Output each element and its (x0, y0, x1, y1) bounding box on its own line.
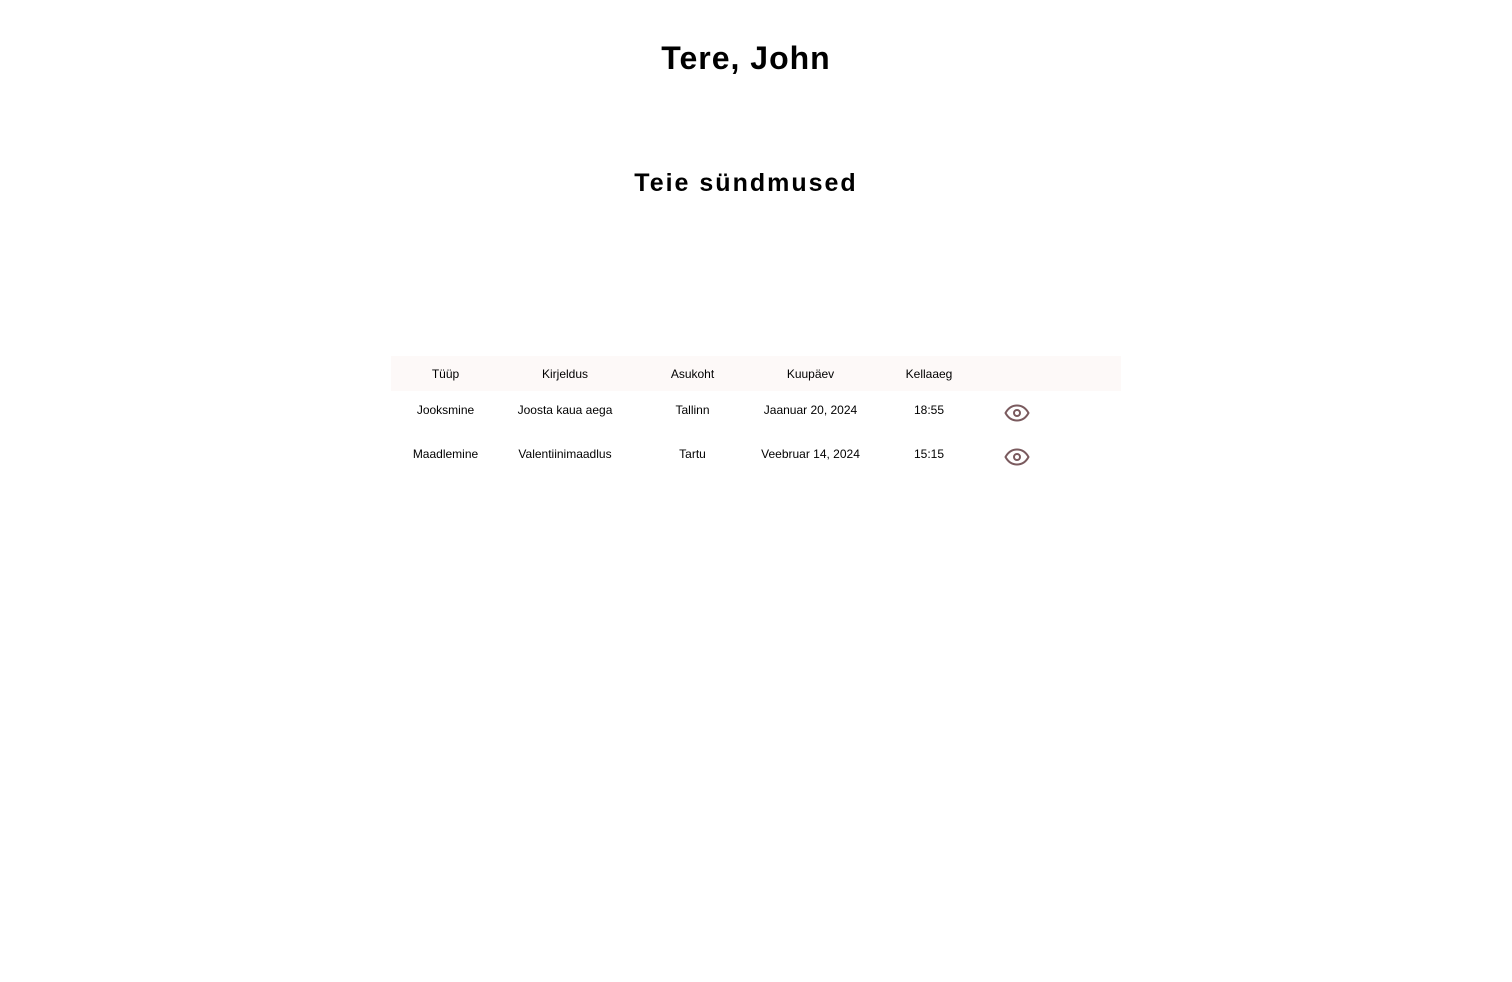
events-section-title: Teie sündmused (634, 169, 858, 197)
table-header: Tüüp Kirjeldus Asukoht Kuupäev Kellaaeg (391, 356, 1121, 391)
cell-description-text: Valentiinimaadlus (518, 447, 612, 461)
column-header-date: Kuupäev (786, 366, 835, 381)
eye-icon[interactable] (1004, 404, 1030, 422)
column-header-spacer (1042, 356, 1121, 391)
column-header-description: Kirjeldus (541, 366, 589, 381)
cell-location-text: Tartu (679, 447, 706, 461)
table-body: Jooksmine Joosta kaua aega Tallinn Jaanu… (391, 391, 1121, 479)
cell-description: Joosta kaua aega (500, 391, 630, 435)
column-header-action (992, 356, 1042, 391)
cell-description: Valentiinimaadlus (500, 435, 630, 479)
cell-time: 18:55 (866, 391, 992, 435)
table-row: Maadlemine Valentiinimaadlus Tartu Veebr… (391, 435, 1121, 479)
cell-location: Tartu (630, 435, 755, 479)
cell-date-text: Jaanuar 20, 2024 (763, 403, 858, 417)
events-table: Tüüp Kirjeldus Asukoht Kuupäev Kellaaeg … (391, 356, 1121, 479)
cell-spacer (1042, 391, 1121, 435)
cell-type-text: Jooksmine (416, 403, 475, 417)
cell-description-text: Joosta kaua aega (517, 403, 613, 417)
cell-time: 15:15 (866, 435, 992, 479)
cell-type: Jooksmine (391, 391, 500, 435)
cell-spacer (1042, 435, 1121, 479)
cell-action (992, 391, 1042, 435)
cell-type: Maadlemine (391, 435, 500, 479)
cell-date: Veebruar 14, 2024 (755, 435, 866, 479)
cell-time-text: 18:55 (913, 403, 945, 417)
page-greeting: Tere, John (661, 40, 831, 76)
column-header-location: Asukoht (670, 366, 715, 381)
column-header-type: Tüüp (431, 366, 460, 381)
cell-date-text: Veebruar 14, 2024 (761, 447, 860, 461)
cell-type-text: Maadlemine (412, 447, 479, 461)
cell-time-text: 15:15 (913, 447, 945, 461)
cell-location-text: Tallinn (675, 403, 710, 417)
cell-location: Tallinn (630, 391, 755, 435)
eye-icon[interactable] (1004, 448, 1030, 466)
column-header-time: Kellaaeg (905, 366, 953, 381)
cell-date: Jaanuar 20, 2024 (755, 391, 866, 435)
cell-action (992, 435, 1042, 479)
table-row: Jooksmine Joosta kaua aega Tallinn Jaanu… (391, 391, 1121, 435)
table-header-row: Tüüp Kirjeldus Asukoht Kuupäev Kellaaeg (391, 356, 1121, 391)
